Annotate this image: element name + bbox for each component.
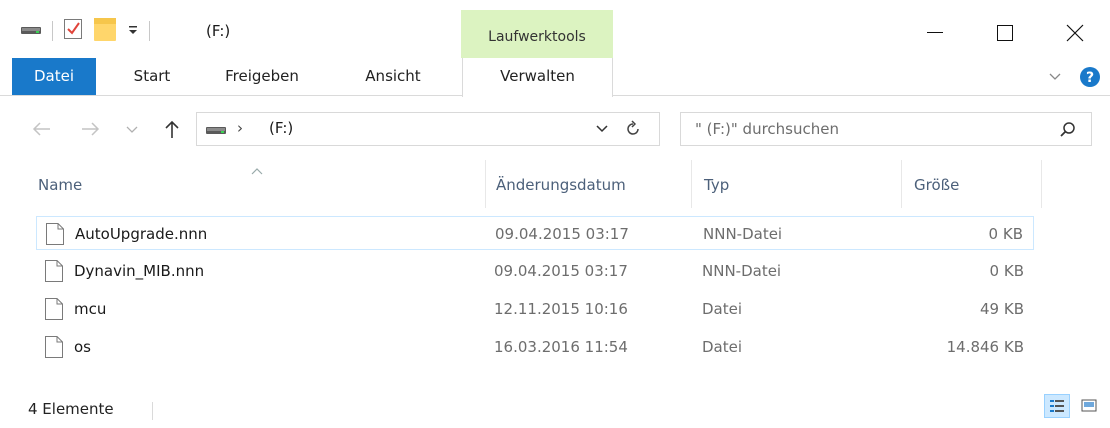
back-arrow-icon [30, 122, 54, 144]
refresh-button[interactable] [623, 119, 643, 143]
file-date: 16.03.2016 11:54 [494, 338, 628, 356]
details-view-button[interactable] [1044, 394, 1070, 418]
sort-ascending-icon [250, 146, 264, 196]
file-name: AutoUpgrade.nnn [75, 225, 208, 243]
tab-ansicht[interactable]: Ansicht [348, 58, 438, 95]
properties-checkbox-icon[interactable] [63, 18, 83, 44]
drive-icon [205, 122, 227, 140]
window-title: (F:) [206, 22, 231, 40]
large-icons-view-button[interactable] [1076, 394, 1102, 418]
forward-arrow-icon [78, 122, 102, 144]
file-icon [44, 297, 64, 321]
column-header-date-label: Änderungsdatum [496, 176, 626, 194]
toolbar-separator [149, 21, 150, 41]
toolbar-separator [52, 21, 53, 41]
close-button[interactable] [1040, 0, 1110, 58]
chevron-down-icon[interactable] [1040, 73, 1070, 81]
chevron-down-icon [595, 123, 609, 141]
file-date: 09.04.2015 03:17 [494, 262, 628, 280]
file-date: 09.04.2015 03:17 [495, 225, 629, 243]
column-header-size-label: Größe [914, 176, 960, 194]
search-box[interactable]: " (F:)" durchsuchen [680, 112, 1092, 146]
file-type: Datei [702, 338, 743, 356]
tab-verwalten[interactable]: Verwalten [462, 58, 613, 97]
context-tab-laufwerktools: Laufwerktools [461, 10, 613, 58]
column-header-type-label: Typ [704, 176, 730, 194]
context-tab-label: Laufwerktools [488, 29, 586, 45]
file-type: Datei [702, 300, 743, 318]
file-icon [45, 222, 65, 246]
forward-button[interactable] [78, 118, 102, 140]
status-separator [152, 402, 153, 420]
file-name: mcu [74, 300, 107, 318]
tab-freigeben[interactable]: Freigeben [212, 58, 312, 95]
search-icon[interactable] [1059, 121, 1077, 143]
breadcrumb-path[interactable]: (F:) [269, 119, 293, 137]
recent-locations-chevron-icon [124, 126, 140, 144]
file-icon [44, 259, 64, 283]
title-bar: (F:) Laufwerktools [0, 0, 1110, 58]
ribbon-right-controls: ? [1040, 58, 1110, 95]
table-row[interactable]: os 16.03.2016 11:54 Datei 14.846 KB [36, 330, 1034, 364]
file-name: os [74, 338, 91, 356]
quick-access-toolbar [20, 18, 160, 44]
column-header-name-label: Name [38, 176, 83, 194]
table-row[interactable]: mcu 12.11.2015 10:16 Datei 49 KB [36, 292, 1034, 326]
search-input[interactable]: " (F:)" durchsuchen [695, 120, 839, 138]
column-header-size[interactable]: Größe [904, 160, 1042, 208]
up-arrow-icon [160, 120, 184, 144]
maximize-button[interactable] [970, 0, 1040, 58]
column-header-name[interactable]: Name [28, 160, 486, 208]
column-header-date[interactable]: Änderungsdatum [486, 160, 692, 208]
file-type: NNN-Datei [702, 262, 782, 280]
tab-start[interactable]: Start [122, 58, 182, 95]
recent-locations-button[interactable] [124, 118, 140, 140]
column-header-type[interactable]: Typ [694, 160, 902, 208]
minimize-button[interactable] [900, 0, 970, 58]
back-button[interactable] [30, 118, 54, 140]
svg-text:?: ? [1086, 70, 1094, 86]
file-date: 12.11.2015 10:16 [494, 300, 628, 318]
up-button[interactable] [160, 118, 184, 140]
drive-icon[interactable] [20, 22, 42, 40]
column-header-row: Name Änderungsdatum Typ Größe [0, 160, 1110, 208]
file-size: 0 KB [988, 225, 1023, 243]
table-row[interactable]: Dynavin_MIB.nnn 09.04.2015 03:17 NNN-Dat… [36, 254, 1034, 288]
window-controls [900, 0, 1110, 58]
view-switcher [1044, 394, 1102, 418]
item-count: 4 Elemente [28, 400, 114, 418]
breadcrumb-separator-icon[interactable]: › [237, 119, 243, 137]
details-view-icon [1045, 400, 1069, 421]
tab-datei[interactable]: Datei [12, 58, 96, 95]
navigation-bar: › (F:) " (F:)" durchsuchen [0, 108, 1110, 150]
file-size: 0 KB [989, 262, 1024, 280]
file-icon [44, 335, 64, 359]
address-bar[interactable]: › (F:) [196, 112, 660, 146]
file-size: 14.846 KB [946, 338, 1024, 356]
ribbon-tab-bar: Datei Start Freigeben Ansicht Verwalten … [0, 58, 1110, 97]
new-folder-icon[interactable] [93, 16, 117, 46]
refresh-icon [623, 120, 643, 143]
help-icon[interactable]: ? [1070, 66, 1110, 88]
address-dropdown-button[interactable] [595, 121, 609, 141]
status-bar: 4 Elemente [0, 390, 1110, 428]
file-type: NNN-Datei [703, 225, 783, 243]
file-name: Dynavin_MIB.nnn [74, 262, 205, 280]
customize-quick-access-icon[interactable] [127, 22, 139, 40]
large-icons-view-icon [1076, 399, 1102, 422]
file-size: 49 KB [980, 300, 1024, 318]
table-row[interactable]: AutoUpgrade.nnn 09.04.2015 03:17 NNN-Dat… [36, 216, 1034, 250]
